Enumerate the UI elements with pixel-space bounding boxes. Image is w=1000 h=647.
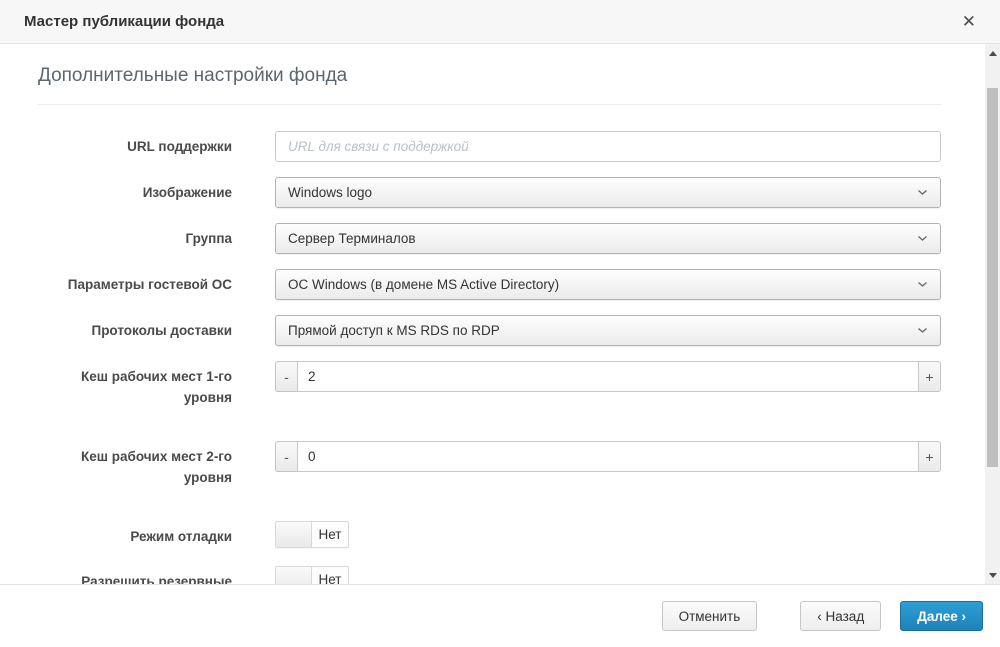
form-row-backups: Разрешить резервные копии Нет bbox=[38, 566, 941, 584]
image-label: Изображение bbox=[38, 177, 232, 203]
backups-toggle[interactable]: Нет bbox=[275, 566, 349, 584]
form-row-guest-os: Параметры гостевой ОС ОС Windows (в доме… bbox=[38, 269, 941, 300]
image-select-value: Windows logo bbox=[288, 185, 909, 200]
chevron-down-icon bbox=[917, 235, 928, 242]
group-select-value: Сервер Терминалов bbox=[288, 231, 909, 246]
chevron-down-icon bbox=[917, 327, 928, 334]
cache-l1-input[interactable] bbox=[297, 361, 919, 392]
form-row-protocols: Протоколы доставки Прямой доступ к MS RD… bbox=[38, 315, 941, 346]
back-button[interactable]: ‹ Назад bbox=[800, 601, 881, 631]
protocols-select-value: Прямой доступ к MS RDS по RDP bbox=[288, 323, 909, 338]
cache-l2-control: - + bbox=[275, 441, 941, 472]
guest-os-select[interactable]: ОС Windows (в домене MS Active Directory… bbox=[275, 269, 941, 300]
debug-mode-toggle[interactable]: Нет bbox=[275, 521, 349, 548]
toggle-handle bbox=[276, 567, 312, 584]
section-title: Дополнительные настройки фонда bbox=[38, 65, 941, 105]
support-url-label: URL поддержки bbox=[38, 131, 232, 157]
form-row-support-url: URL поддержки bbox=[38, 131, 941, 162]
cancel-button[interactable]: Отменить bbox=[662, 601, 758, 631]
guest-os-control: ОС Windows (в домене MS Active Directory… bbox=[275, 269, 941, 300]
chevron-down-icon bbox=[917, 189, 928, 196]
toggle-handle bbox=[276, 522, 312, 547]
modal-footer: Отменить ‹ Назад Далее › bbox=[0, 584, 1000, 647]
form-row-cache-l2: Кеш рабочих мест 2-го уровня - + bbox=[38, 441, 941, 488]
cache-l1-label: Кеш рабочих мест 1-го уровня bbox=[38, 361, 232, 408]
protocols-select[interactable]: Прямой доступ к MS RDS по RDP bbox=[275, 315, 941, 346]
guest-os-label: Параметры гостевой ОС bbox=[38, 269, 232, 295]
cache-l2-stepper: - + bbox=[275, 441, 941, 472]
form-row-group: Группа Сервер Терминалов bbox=[38, 223, 941, 254]
chevron-down-icon bbox=[917, 281, 928, 288]
cache-l1-stepper: - + bbox=[275, 361, 941, 392]
cache-l2-increment-button[interactable]: + bbox=[919, 441, 941, 472]
group-control: Сервер Терминалов bbox=[275, 223, 941, 254]
debug-mode-toggle-state: Нет bbox=[312, 522, 348, 547]
scroll-down-icon[interactable] bbox=[985, 566, 1000, 584]
form-row-image: Изображение Windows logo bbox=[38, 177, 941, 208]
form-row-cache-l1: Кеш рабочих мест 1-го уровня - + bbox=[38, 361, 941, 408]
backups-toggle-state: Нет bbox=[312, 567, 348, 584]
cache-l2-decrement-button[interactable]: - bbox=[275, 441, 297, 472]
cache-l1-increment-button[interactable]: + bbox=[919, 361, 941, 392]
backups-control: Нет bbox=[275, 566, 941, 584]
cache-l1-decrement-button[interactable]: - bbox=[275, 361, 297, 392]
protocols-label: Протоколы доставки bbox=[38, 315, 232, 341]
debug-mode-label: Режим отладки bbox=[38, 521, 232, 547]
scrollbar[interactable] bbox=[985, 44, 1000, 584]
support-url-control bbox=[275, 131, 941, 162]
modal-title: Мастер публикации фонда bbox=[24, 13, 958, 30]
scrollbar-thumb[interactable] bbox=[987, 88, 998, 467]
wizard-modal: Мастер публикации фонда ✕ Дополнительные… bbox=[0, 0, 1000, 647]
cache-l2-label: Кеш рабочих мест 2-го уровня bbox=[38, 441, 232, 488]
group-select[interactable]: Сервер Терминалов bbox=[275, 223, 941, 254]
support-url-input[interactable] bbox=[275, 131, 941, 162]
backups-label: Разрешить резервные копии bbox=[38, 566, 232, 584]
close-icon[interactable]: ✕ bbox=[958, 11, 980, 32]
settings-form: URL поддержки Изображение Windows logo bbox=[38, 105, 941, 584]
cache-l2-input[interactable] bbox=[297, 441, 919, 472]
debug-mode-control: Нет bbox=[275, 521, 941, 548]
next-button[interactable]: Далее › bbox=[900, 601, 983, 631]
image-select[interactable]: Windows logo bbox=[275, 177, 941, 208]
scroll-up-icon[interactable] bbox=[985, 44, 1000, 62]
guest-os-select-value: ОС Windows (в домене MS Active Directory… bbox=[288, 277, 909, 292]
modal-body: Дополнительные настройки фонда URL подде… bbox=[0, 44, 1000, 584]
protocols-control: Прямой доступ к MS RDS по RDP bbox=[275, 315, 941, 346]
cache-l1-control: - + bbox=[275, 361, 941, 392]
group-label: Группа bbox=[38, 223, 232, 249]
image-control: Windows logo bbox=[275, 177, 941, 208]
modal-header: Мастер публикации фонда ✕ bbox=[0, 0, 1000, 44]
form-row-debug-mode: Режим отладки Нет bbox=[38, 521, 941, 548]
wizard-step-content: Дополнительные настройки фонда URL подде… bbox=[0, 44, 1000, 584]
